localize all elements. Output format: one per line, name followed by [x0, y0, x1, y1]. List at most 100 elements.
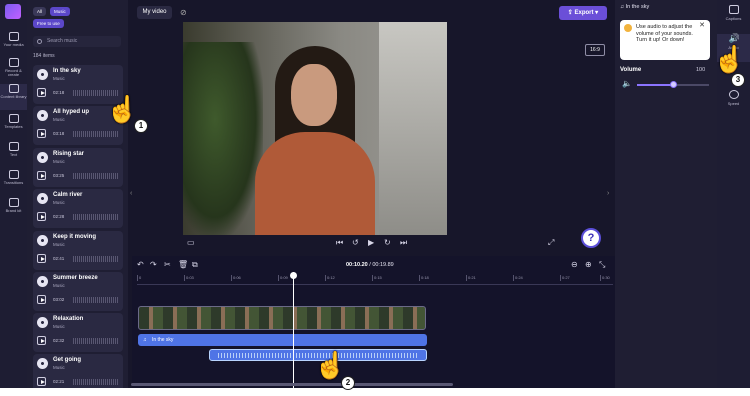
captions-toggle-icon[interactable]: ▭	[187, 238, 195, 248]
app-logo-icon	[5, 4, 21, 19]
waveform	[73, 256, 119, 262]
play-icon[interactable]	[37, 295, 46, 304]
filter-chip-all[interactable]: All	[33, 7, 47, 16]
undo-icon[interactable]: ↶	[137, 260, 144, 270]
preview-window	[379, 22, 447, 235]
music-track-card[interactable]: Calm river Music 02:28	[33, 189, 123, 228]
split-icon[interactable]: ✂	[164, 260, 171, 270]
delete-icon[interactable]: 🗑	[178, 260, 188, 270]
track-title: Calm river	[53, 192, 83, 198]
tip-emoji-icon	[624, 24, 632, 32]
rail-brand-kit[interactable]: Brand kit	[0, 198, 27, 220]
volume-slider-knob[interactable]	[670, 81, 677, 88]
brand-kit-icon	[8, 198, 19, 207]
music-track-card[interactable]: Rising star Music 03:25	[33, 148, 123, 187]
current-time: 00:10.20	[346, 262, 368, 268]
play-icon[interactable]	[37, 254, 46, 263]
music-track-card[interactable]: Keep it moving Music 02:41	[33, 231, 123, 270]
fit-timeline-icon[interactable]: ⤡	[599, 260, 605, 270]
track-title: In the sky	[53, 68, 81, 74]
ruler-tick: 0:12	[325, 275, 335, 281]
step-badge: 1	[134, 119, 148, 133]
collapse-left-icon[interactable]: ‹	[130, 190, 132, 197]
close-icon[interactable]: ✕	[699, 22, 705, 30]
ruler-tick: 0:18	[419, 275, 429, 281]
track-type: Music	[53, 324, 65, 329]
speaker-icon[interactable]: 🔈	[622, 80, 632, 88]
audio-tip-popup: Use audio to adjust the volume of your s…	[620, 20, 710, 60]
hide-icon[interactable]: ⊘	[180, 8, 187, 17]
library-icon	[8, 84, 19, 93]
track-type: Music	[53, 117, 65, 122]
rail-captions[interactable]: Captions	[717, 5, 750, 29]
play-icon[interactable]	[37, 171, 46, 180]
volume-slider[interactable]	[637, 81, 709, 88]
collapse-right-icon[interactable]: ›	[607, 190, 609, 197]
timeline-scrollbar[interactable]	[131, 383, 453, 386]
zoom-out-icon[interactable]: ⊖	[571, 260, 578, 270]
camera-icon	[8, 58, 19, 67]
rail-text[interactable]: Text	[0, 142, 27, 164]
music-track-card[interactable]: Get going Music 02:21	[33, 354, 123, 388]
timeline-timecode: 00:10.20 / 00:19.89	[346, 262, 394, 268]
rail-your-media[interactable]: Your media	[0, 32, 27, 54]
ruler-tick: 0:06	[231, 275, 241, 281]
skip-forward-icon[interactable]: ⏭	[400, 238, 407, 248]
rail-content-library[interactable]: Content library	[0, 84, 27, 110]
fullscreen-icon[interactable]: ⤢	[548, 238, 554, 248]
filter-chip-free[interactable]: Free to use	[33, 19, 64, 28]
items-count: 184 items	[33, 53, 55, 59]
templates-icon	[8, 114, 19, 123]
music-disc-icon	[37, 110, 48, 121]
play-icon[interactable]	[37, 377, 46, 386]
search-input[interactable]: Search music	[33, 36, 121, 47]
track-title: Rising star	[53, 151, 85, 157]
play-icon[interactable]	[37, 129, 46, 138]
play-icon[interactable]	[37, 336, 46, 345]
waveform	[73, 214, 119, 220]
track-type: Music	[53, 200, 65, 205]
music-track-card[interactable]: Relaxation Music 02:32	[33, 313, 123, 352]
music-note-icon: ♫	[143, 337, 147, 343]
pointer-hand-icon: ☝	[106, 94, 139, 124]
properties-title-text: In the sky	[625, 4, 650, 10]
speaker-icon: 🔊	[728, 33, 740, 43]
app-window: Your media Record & create Content libra…	[0, 0, 750, 388]
ruler-tick: 0:15	[372, 275, 382, 281]
aspect-ratio-button[interactable]: 16:9	[585, 44, 605, 56]
music-disc-icon	[37, 152, 48, 163]
video-clip[interactable]	[138, 306, 426, 330]
captions-icon	[728, 5, 739, 14]
track-duration: 02:28	[53, 214, 65, 219]
skip-back-icon[interactable]: ⏮	[336, 238, 343, 248]
filter-chip-music[interactable]: Music	[50, 7, 70, 16]
rail-record-create[interactable]: Record & create	[0, 58, 27, 80]
play-icon[interactable]	[37, 212, 46, 221]
ruler-tick: 0:21	[466, 275, 476, 281]
duplicate-icon[interactable]: ⧉	[192, 260, 198, 270]
rail-speed[interactable]: Speed	[717, 90, 750, 114]
rail-transitions[interactable]: Transitions	[0, 170, 27, 192]
play-button-icon[interactable]: ▶	[368, 238, 374, 248]
audio-clip-label: In the sky	[152, 337, 174, 343]
playhead[interactable]	[290, 272, 297, 388]
properties-title: ♫ In the sky	[620, 4, 650, 10]
forward-icon[interactable]: ↻	[384, 238, 391, 248]
track-title: Summer breeze	[53, 275, 98, 281]
video-preview	[183, 22, 447, 235]
music-track-card[interactable]: Summer breeze Music 03:02	[33, 272, 123, 311]
video-title-tab[interactable]: My video	[137, 6, 172, 19]
export-button[interactable]: ⇪ Export ▾	[559, 6, 607, 20]
track-duration: 02:41	[53, 256, 65, 261]
music-disc-icon	[37, 235, 48, 246]
zoom-in-icon[interactable]: ⊕	[585, 260, 592, 270]
preview-person-body	[255, 132, 375, 235]
timeline-ruler: 0 0:03 0:06 0:09 0:12 0:15 0:18 0:21 0:2…	[137, 275, 613, 285]
redo-icon[interactable]: ↷	[150, 260, 157, 270]
rewind-icon[interactable]: ↺	[352, 238, 359, 248]
play-icon[interactable]	[37, 88, 46, 97]
ruler-tick: 0:24	[513, 275, 523, 281]
help-button[interactable]: ?	[581, 228, 601, 248]
audio-clip-in-the-sky[interactable]: ♫ In the sky	[138, 334, 427, 346]
rail-templates[interactable]: Templates	[0, 114, 27, 136]
